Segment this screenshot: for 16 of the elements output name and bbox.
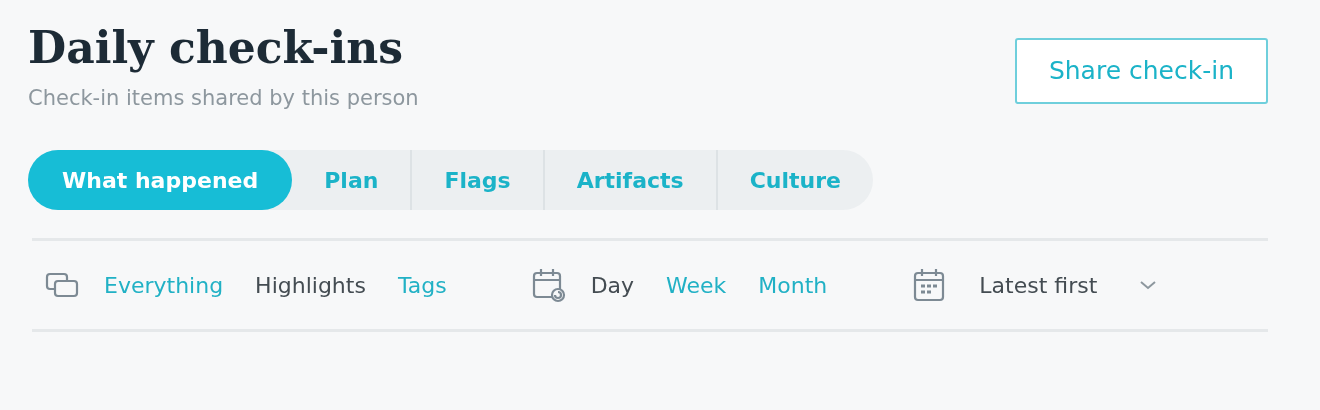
- tab[interactable]: Plan: [292, 150, 411, 211]
- tab[interactable]: Artifacts: [542, 150, 716, 211]
- page-subtitle: Check-in items shared by this person: [28, 84, 419, 112]
- sort-dropdown[interactable]: Latest first: [975, 268, 1102, 302]
- page-title: Daily check-ins: [28, 22, 404, 75]
- calendar-refresh-icon: [530, 267, 567, 304]
- filter-link[interactable]: Month: [754, 268, 832, 302]
- filter-link[interactable]: Week: [662, 268, 731, 302]
- filter-link[interactable]: Tags: [393, 268, 451, 302]
- tab[interactable]: What happened: [28, 150, 293, 211]
- share-button[interactable]: Share check-in: [1014, 38, 1268, 104]
- tab[interactable]: Culture: [715, 150, 873, 211]
- filter-link[interactable]: Everything: [100, 268, 228, 302]
- tab[interactable]: Flags: [410, 150, 543, 211]
- filter-link[interactable]: Highlights: [251, 268, 370, 302]
- filter-link[interactable]: Day: [586, 268, 639, 302]
